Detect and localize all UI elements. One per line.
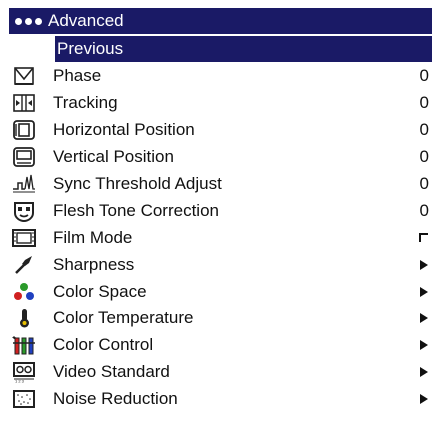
menu-item-sharpness[interactable]: Sharpness (9, 251, 432, 278)
menu-item-label: Film Mode (53, 227, 133, 247)
menu-item-color-space[interactable]: Color Space (9, 278, 432, 305)
color-temperature-icon (11, 307, 37, 329)
menu-item-noise-reduction[interactable]: Noise Reduction (9, 386, 432, 413)
sharpness-icon (11, 254, 37, 276)
menu-item-sync-threshold-adjust[interactable]: Sync Threshold Adjust 0 (9, 171, 432, 198)
menu-item-label: Previous (57, 39, 124, 58)
sync-threshold-icon (11, 173, 37, 195)
film-mode-icon (11, 227, 37, 249)
submenu-arrow-icon (420, 367, 428, 378)
menu-item-label: Horizontal Position (53, 120, 195, 140)
menu-item-label: Video Standard (53, 362, 170, 382)
menu-item-flesh-tone-correction[interactable]: Flesh Tone Correction 0 (9, 197, 432, 224)
menu-title-bar: Advanced (9, 8, 432, 34)
submenu-arrow-icon (420, 313, 428, 324)
menu-item-label: Vertical Position (53, 147, 174, 167)
tracking-icon (11, 92, 37, 114)
menu-item-horizontal-position[interactable]: Horizontal Position 0 (9, 117, 432, 144)
menu-item-label: Phase (53, 66, 102, 86)
menu-item-tracking[interactable]: Tracking 0 (9, 90, 432, 117)
menu-item-color-temperature[interactable]: Color Temperature (9, 305, 432, 332)
submenu-arrow-icon (420, 394, 428, 405)
vertical-position-value: 0 (419, 147, 429, 167)
submenu-arrow-icon (420, 286, 428, 297)
menu-item-color-control[interactable]: Color Control (9, 332, 432, 359)
menu-item-phase[interactable]: Phase 0 (9, 63, 432, 90)
menu-item-label: Color Temperature (53, 308, 194, 328)
menu-item-film-mode[interactable]: Film Mode (9, 224, 432, 251)
menu-item-label: Sharpness (53, 254, 135, 274)
noise-reduction-icon (11, 388, 37, 410)
menu-item-label: Tracking (53, 93, 118, 113)
flesh-tone-icon (11, 200, 37, 222)
svg-text:1 2 3: 1 2 3 (15, 379, 25, 384)
vertical-position-icon (11, 146, 37, 168)
submenu-arrow-icon (420, 259, 428, 270)
menu-title: Advanced (48, 11, 124, 30)
submenu-arrow-icon (420, 340, 428, 351)
menu-item-previous[interactable]: Previous (55, 36, 432, 62)
flesh-tone-value: 0 (419, 200, 429, 220)
tracking-value: 0 (419, 93, 429, 113)
menu-item-label: Color Control (53, 335, 154, 355)
phase-icon (11, 65, 37, 87)
phase-value: 0 (419, 66, 429, 86)
advanced-menu: Advanced Previous Phase 0 Tracking 0 Hor… (9, 8, 432, 413)
sync-threshold-value: 0 (419, 174, 429, 193)
horizontal-position-icon (11, 119, 37, 141)
menu-dots-icon (15, 17, 42, 25)
menu-item-label: Flesh Tone Correction (53, 200, 219, 220)
menu-item-label: Sync Threshold Adjust (53, 174, 222, 193)
menu-item-label: Noise Reduction (53, 389, 178, 409)
horizontal-position-value: 0 (419, 120, 429, 140)
color-control-icon (11, 334, 37, 356)
video-standard-icon: 1 2 3 (11, 361, 37, 383)
color-space-icon (11, 281, 37, 303)
film-mode-checkbox[interactable] (419, 233, 428, 243)
menu-item-label: Color Space (53, 281, 147, 301)
menu-item-vertical-position[interactable]: Vertical Position 0 (9, 144, 432, 171)
menu-item-video-standard[interactable]: 1 2 3 Video Standard (9, 359, 432, 386)
